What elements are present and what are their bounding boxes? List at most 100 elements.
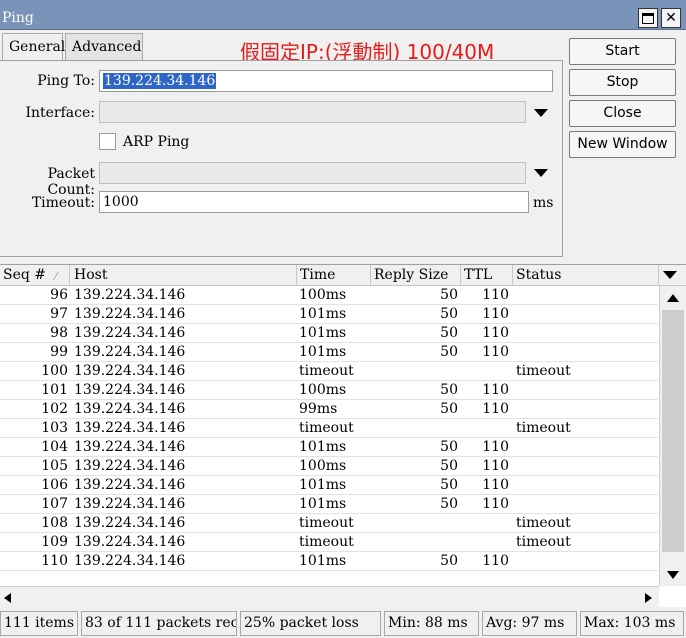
tab-general[interactable]: General	[2, 33, 65, 62]
vertical-scrollbar[interactable]	[659, 286, 686, 586]
scroll-left-icon[interactable]	[4, 593, 11, 603]
col-reply-size[interactable]: Reply Size	[371, 265, 461, 286]
cell-status: timeout	[516, 363, 571, 379]
cell-status: timeout	[516, 515, 571, 531]
table-row[interactable]: 99 139.224.34.146 101ms 50 110	[0, 343, 658, 362]
status-loss: 25% packet loss	[240, 611, 381, 636]
cell-reply-size: 50	[440, 382, 458, 398]
cell-time: 101ms	[299, 306, 347, 322]
cell-seq: 107	[41, 496, 68, 512]
table-row[interactable]: 102 139.224.34.146 99ms 50 110	[0, 400, 658, 419]
status-items: 111 items	[0, 611, 78, 636]
table-header: Seq # ⁄ Host Time Reply Size TTL Status	[0, 265, 686, 286]
interface-select[interactable]	[99, 101, 526, 123]
cell-reply-size: 50	[440, 439, 458, 455]
cell-status	[516, 381, 656, 400]
cell-seq: 110	[41, 553, 68, 569]
tab-advanced[interactable]: Advanced	[65, 33, 143, 61]
title-bar: Ping ✕	[0, 0, 686, 30]
cell-host: 139.224.34.146	[74, 420, 186, 436]
cell-reply-size: 50	[440, 306, 458, 322]
status-packets: 83 of 111 packets rec...	[81, 611, 237, 636]
cell-seq: 102	[41, 401, 68, 417]
cell-seq: 99	[50, 344, 68, 360]
packet-count-dropdown-icon[interactable]	[534, 169, 548, 177]
close-button[interactable]: Close	[569, 100, 676, 127]
col-status[interactable]: Status	[513, 265, 659, 286]
cell-time: 100ms	[299, 287, 347, 303]
cell-time: timeout	[299, 420, 354, 436]
table-row[interactable]: 109 139.224.34.146 timeout timeout	[0, 533, 658, 552]
cell-host: 139.224.34.146	[74, 534, 186, 550]
cell-host: 139.224.34.146	[74, 477, 186, 493]
col-host[interactable]: Host	[71, 265, 297, 286]
cell-time: 101ms	[299, 553, 347, 569]
maximize-icon	[642, 12, 654, 24]
table-row[interactable]: 110 139.224.34.146 101ms 50 110	[0, 552, 658, 571]
col-time[interactable]: Time	[297, 265, 371, 286]
cell-ttl: 110	[482, 287, 509, 303]
col-ttl[interactable]: TTL	[461, 265, 513, 286]
cell-time: timeout	[299, 534, 354, 550]
scroll-right-icon[interactable]	[645, 593, 652, 603]
cell-host: 139.224.34.146	[74, 458, 186, 474]
timeout-input[interactable]: 1000	[99, 191, 529, 213]
cell-reply-size	[374, 533, 460, 552]
cell-host: 139.224.34.146	[74, 401, 186, 417]
cell-reply-size	[374, 514, 460, 533]
table-row[interactable]: 97 139.224.34.146 101ms 50 110	[0, 305, 658, 324]
cell-reply-size: 50	[440, 458, 458, 474]
cell-ttl: 110	[482, 553, 509, 569]
cell-status	[516, 438, 656, 457]
horizontal-scrollbar[interactable]	[0, 586, 659, 608]
table-row[interactable]: 106 139.224.34.146 101ms 50 110	[0, 476, 658, 495]
arp-ping-checkbox[interactable]	[99, 133, 116, 150]
column-menu-icon[interactable]	[663, 271, 677, 279]
packet-count-select[interactable]	[99, 162, 526, 184]
timeout-label: Timeout:	[31, 195, 95, 211]
table-row[interactable]: 103 139.224.34.146 timeout timeout	[0, 419, 658, 438]
window-title: Ping	[2, 10, 34, 26]
new-window-button[interactable]: New Window	[569, 131, 676, 158]
close-window-button[interactable]: ✕	[661, 8, 681, 28]
timeout-unit: ms	[533, 195, 554, 211]
cell-status	[516, 286, 656, 305]
start-button[interactable]: Start	[569, 38, 676, 65]
cell-host: 139.224.34.146	[74, 344, 186, 360]
stop-button[interactable]: Stop	[569, 69, 676, 96]
table-row[interactable]: 107 139.224.34.146 101ms 50 110	[0, 495, 658, 514]
scroll-down-icon[interactable]	[667, 571, 679, 579]
cell-seq: 106	[41, 477, 68, 493]
cell-host: 139.224.34.146	[74, 515, 186, 531]
scroll-thumb[interactable]	[662, 310, 684, 552]
cell-time: 101ms	[299, 439, 347, 455]
results-table: Seq # ⁄ Host Time Reply Size TTL Status …	[0, 264, 686, 608]
maximize-button[interactable]	[638, 8, 658, 28]
table-row[interactable]: 104 139.224.34.146 101ms 50 110	[0, 438, 658, 457]
cell-time: 99ms	[299, 401, 338, 417]
cell-seq: 101	[41, 382, 68, 398]
cell-seq: 96	[50, 287, 68, 303]
cell-reply-size	[374, 362, 460, 381]
cell-time: 100ms	[299, 458, 347, 474]
ping-to-input[interactable]: 139.224.34.146	[99, 70, 553, 92]
cell-reply-size: 50	[440, 496, 458, 512]
cell-ttl: 110	[482, 344, 509, 360]
ping-to-label: Ping To:	[37, 73, 95, 89]
interface-dropdown-icon[interactable]	[534, 109, 548, 117]
table-row[interactable]: 98 139.224.34.146 101ms 50 110	[0, 324, 658, 343]
cell-seq: 109	[41, 534, 68, 550]
cell-status	[516, 552, 656, 571]
table-row[interactable]: 105 139.224.34.146 100ms 50 110	[0, 457, 658, 476]
table-row[interactable]: 96 139.224.34.146 100ms 50 110	[0, 286, 658, 305]
table-row[interactable]: 108 139.224.34.146 timeout timeout	[0, 514, 658, 533]
general-panel: Ping To: 139.224.34.146 Interface: ARP P…	[0, 60, 563, 257]
table-row[interactable]: 101 139.224.34.146 100ms 50 110	[0, 381, 658, 400]
cell-host: 139.224.34.146	[74, 382, 186, 398]
cell-reply-size: 50	[440, 401, 458, 417]
table-row[interactable]: 100 139.224.34.146 timeout timeout	[0, 362, 658, 381]
cell-host: 139.224.34.146	[74, 496, 186, 512]
packet-count-label: Packet Count:	[47, 166, 95, 198]
col-seq[interactable]: Seq # ⁄	[0, 265, 70, 286]
scroll-up-icon[interactable]	[667, 294, 679, 302]
